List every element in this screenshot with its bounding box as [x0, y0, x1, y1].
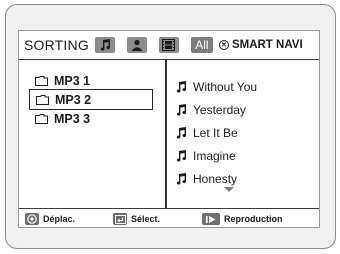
select-label: Sélect. — [131, 214, 161, 224]
select-hint: Sélect. — [113, 213, 160, 225]
smart-navi-indicator: ✕ SMART NAVI — [218, 39, 303, 51]
music-note-icon — [176, 80, 187, 93]
folder-icon — [35, 75, 48, 86]
track-item[interactable]: Without You — [175, 75, 315, 98]
music-note-icon — [176, 126, 187, 139]
mode-all-button[interactable]: All — [190, 37, 213, 53]
music-note-icon — [100, 39, 110, 51]
music-note-icon — [176, 172, 187, 185]
folder-item-selected[interactable]: MP3 2 — [29, 89, 153, 110]
track-item[interactable]: Imagine — [175, 144, 315, 167]
folder-list: MP3 1 MP3 2 MP3 3 — [29, 72, 153, 127]
sorting-title: SORTING — [24, 37, 89, 53]
move-hint: Déplac. — [25, 213, 75, 225]
play-pause-icon — [202, 213, 220, 225]
film-icon — [162, 39, 176, 51]
folder-item[interactable]: MP3 3 — [29, 110, 153, 127]
folder-item[interactable]: MP3 1 — [29, 72, 153, 89]
folder-icon — [35, 113, 48, 124]
music-note-icon — [176, 103, 187, 116]
person-icon — [131, 39, 143, 51]
enter-icon — [113, 213, 127, 225]
scroll-down-arrow-icon[interactable] — [224, 187, 234, 192]
header-bar: SORTING All ✕ SMART NAVI — [19, 31, 319, 60]
footer-bar: Déplac. Sélect. Reproduction — [19, 208, 319, 229]
track-title: Without You — [193, 79, 258, 94]
track-title: Honesty — [193, 171, 238, 186]
column-divider — [165, 60, 167, 208]
smart-navi-label: SMART NAVI — [231, 39, 303, 51]
mode-film-button[interactable] — [158, 37, 179, 53]
mode-person-button[interactable] — [126, 37, 147, 53]
circle-x-icon: ✕ — [218, 40, 229, 50]
folder-label: MP3 2 — [55, 92, 92, 107]
track-title: Imagine — [193, 148, 236, 163]
smart-navi-panel: SORTING All ✕ SMART NAVI MP3 1 MP3 2 MP3… — [18, 30, 320, 228]
navigation-pad-icon — [25, 213, 39, 225]
folder-icon — [36, 94, 49, 105]
folder-label: MP3 3 — [54, 111, 91, 126]
music-note-icon — [176, 149, 187, 162]
track-item[interactable]: Yesterday — [175, 98, 315, 121]
track-item[interactable]: Let It Be — [175, 121, 315, 144]
mode-music-button[interactable] — [94, 37, 115, 53]
track-title: Yesterday — [193, 102, 246, 117]
play-hint: Reproduction — [202, 213, 283, 225]
play-label: Reproduction — [224, 214, 283, 224]
folder-label: MP3 1 — [54, 73, 91, 88]
move-label: Déplac. — [43, 214, 76, 224]
track-list: Without You Yesterday Let It Be Imagine … — [175, 75, 315, 190]
track-item[interactable]: Honesty — [175, 167, 315, 190]
track-title: Let It Be — [193, 125, 238, 140]
